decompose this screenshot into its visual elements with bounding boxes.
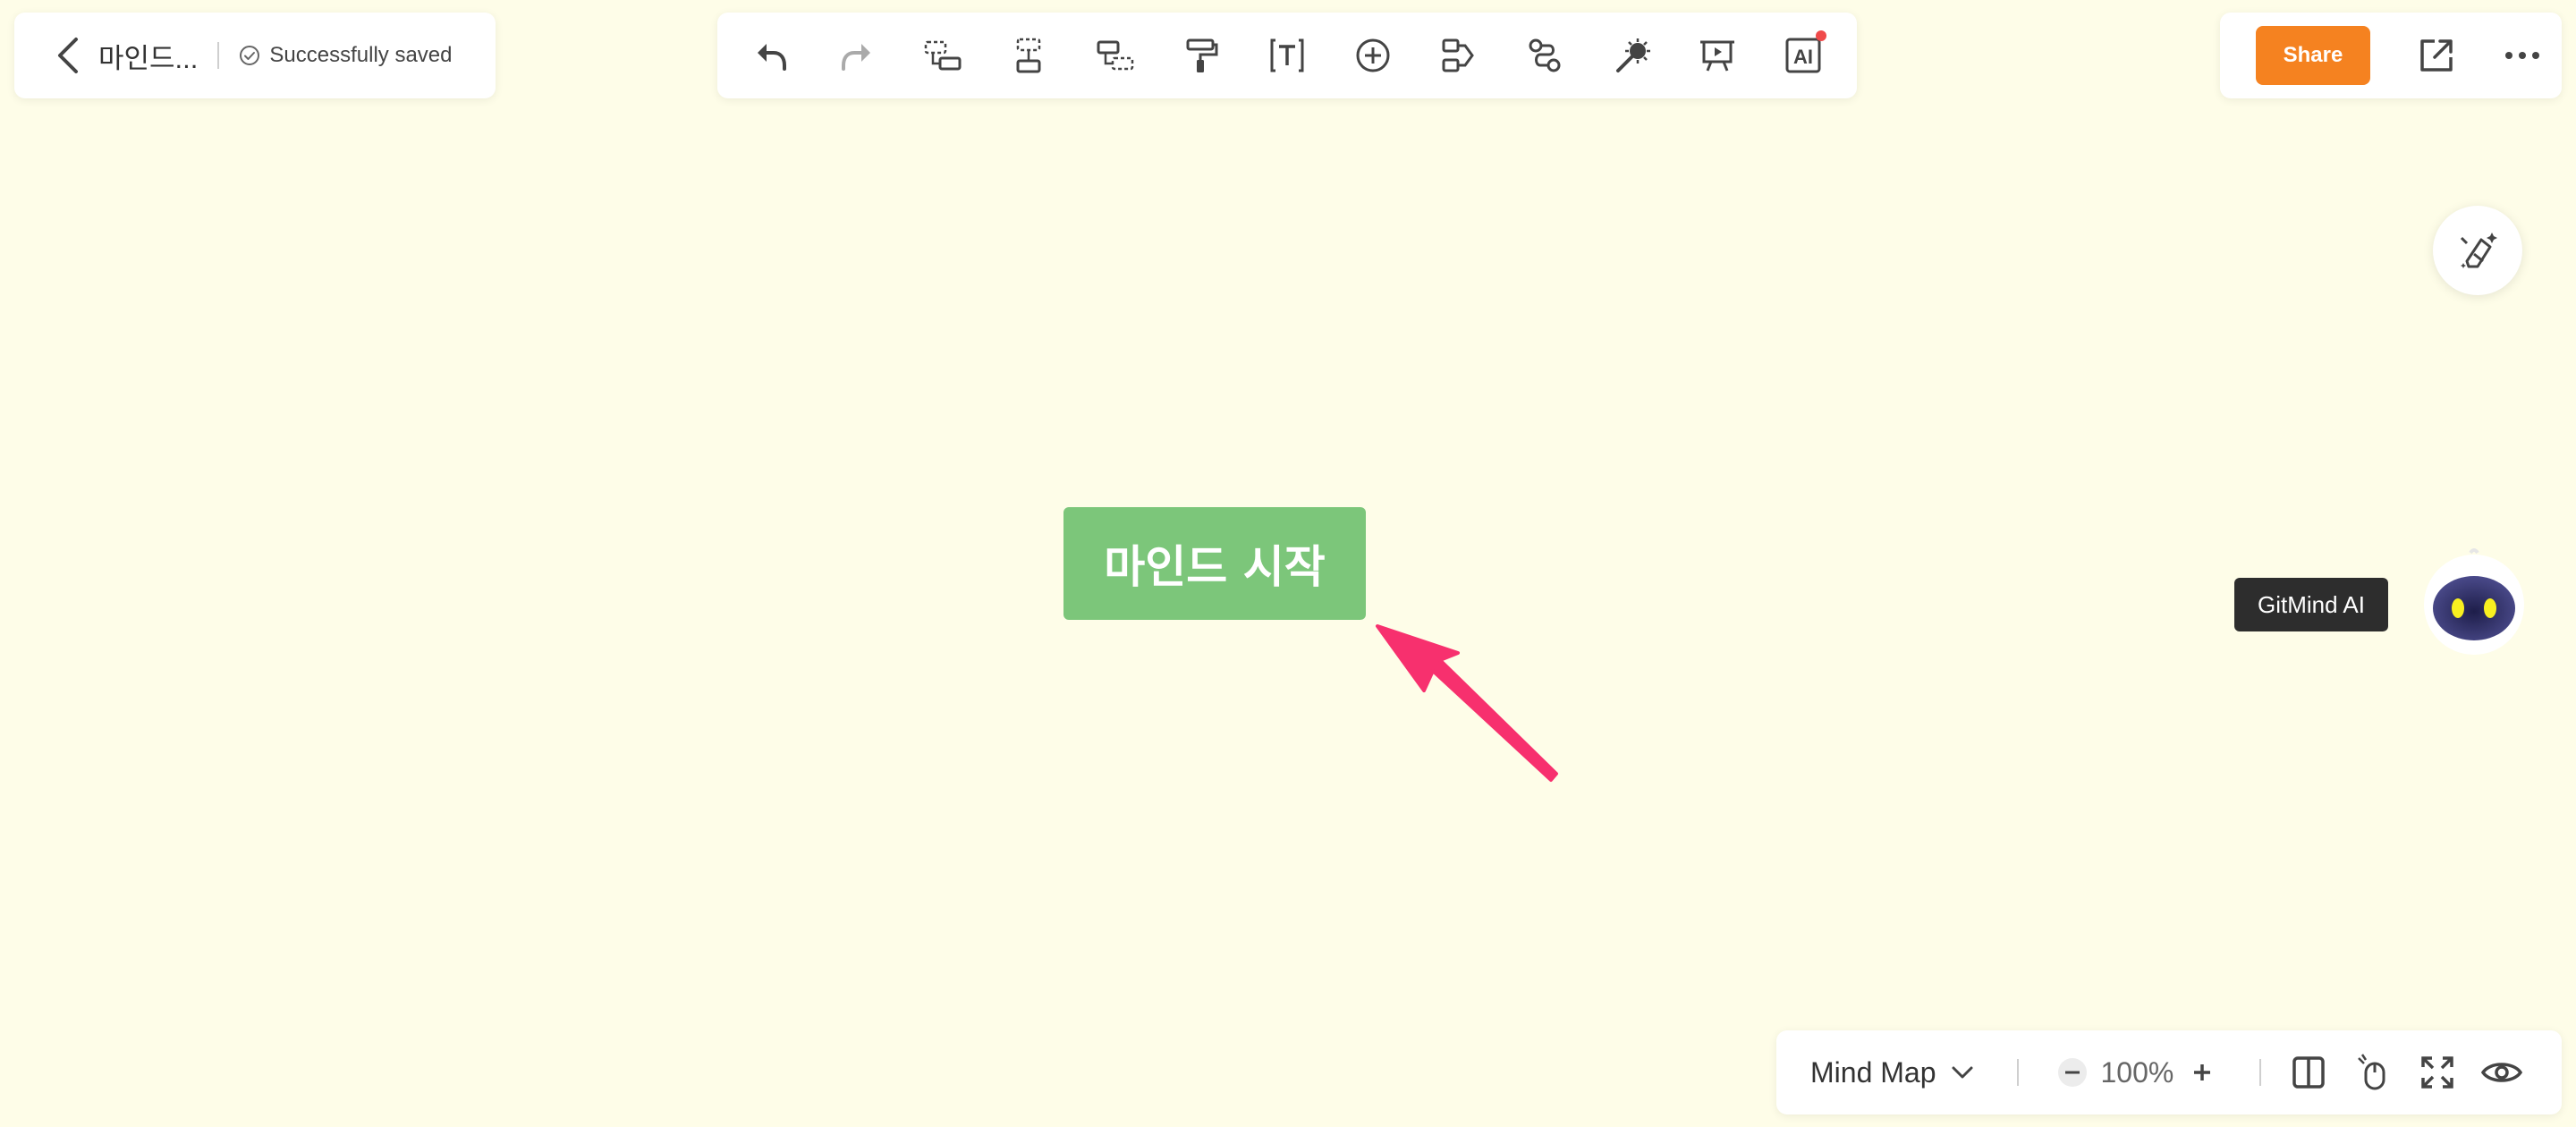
mouse-icon	[2358, 1054, 2385, 1090]
save-status-text: Successfully saved	[269, 43, 453, 67]
sibling-topic-icon	[1016, 38, 1041, 73]
split-view-button[interactable]	[2286, 1050, 2331, 1095]
main-toolbar: AI	[717, 13, 1857, 98]
undo-icon	[758, 44, 786, 71]
title-divider	[217, 42, 220, 69]
external-link-icon	[2420, 39, 2453, 72]
zoom-out-button[interactable]	[2055, 1055, 2090, 1090]
add-parent-button[interactable]	[1089, 29, 1142, 82]
layout-icon	[1442, 38, 1475, 72]
minus-circle-icon	[2057, 1058, 2087, 1087]
robot-icon	[2424, 548, 2524, 655]
divider	[2016, 1059, 2019, 1086]
ai-icon: AI	[1785, 38, 1821, 73]
chevron-down-icon	[1952, 1066, 1972, 1079]
ai-button[interactable]: AI	[1776, 29, 1830, 82]
share-button[interactable]: Share	[2256, 26, 2370, 85]
export-button[interactable]	[2411, 30, 2462, 80]
relationship-icon	[1529, 38, 1561, 72]
view-mode-dropdown[interactable]: Mind Map	[1810, 1056, 1974, 1089]
split-panel-icon	[2292, 1056, 2326, 1089]
root-topic-node[interactable]: 마인드 시작	[1063, 507, 1366, 620]
zoom-in-button[interactable]	[2184, 1055, 2220, 1090]
redo-button[interactable]	[830, 29, 884, 82]
fullscreen-icon	[2421, 1056, 2454, 1089]
share-panel: Share	[2220, 13, 2562, 98]
layout-button[interactable]	[1432, 29, 1486, 82]
ai-assistant-button[interactable]	[2419, 546, 2529, 657]
bottom-control-bar: Mind Map 100%	[1776, 1030, 2562, 1114]
preview-button[interactable]	[2479, 1050, 2524, 1095]
presentation-icon	[1699, 40, 1734, 72]
more-horizontal-icon	[2505, 52, 2539, 59]
magic-wand-icon	[1615, 38, 1650, 72]
text-icon	[1270, 38, 1304, 72]
plus-circle-icon	[1356, 38, 1390, 72]
zoom-level: 100%	[2100, 1055, 2174, 1089]
check-circle-icon	[240, 46, 260, 65]
style-button[interactable]	[1605, 29, 1658, 82]
document-title[interactable]: 마인드...	[98, 36, 198, 76]
insert-button[interactable]	[1346, 29, 1400, 82]
eraser-sparkle-icon	[2460, 233, 2497, 268]
mouse-mode-button[interactable]	[2351, 1050, 2395, 1095]
notification-dot	[1815, 30, 1826, 41]
title-panel: 마인드... Successfully saved	[14, 13, 496, 98]
ai-label: AI	[1793, 46, 1813, 68]
redo-icon	[842, 44, 871, 71]
chevron-left-icon	[58, 38, 78, 73]
clean-style-button[interactable]	[2433, 206, 2522, 295]
divider	[2259, 1059, 2262, 1086]
subtopic-icon	[925, 40, 962, 71]
back-button[interactable]	[48, 29, 88, 82]
more-button[interactable]	[2497, 30, 2547, 80]
view-mode-label: Mind Map	[1810, 1055, 1936, 1089]
presentation-button[interactable]	[1690, 29, 1744, 82]
annotation-arrow	[1376, 624, 1558, 782]
plus-icon	[2194, 1064, 2211, 1080]
undo-button[interactable]	[744, 29, 798, 82]
parent-topic-icon	[1097, 40, 1133, 71]
eye-icon	[2481, 1063, 2523, 1082]
format-painter-icon	[1186, 38, 1218, 72]
fullscreen-button[interactable]	[2415, 1050, 2460, 1095]
format-painter-button[interactable]	[1174, 29, 1228, 82]
ai-tooltip: GitMind AI	[2234, 578, 2388, 631]
add-subtopic-button[interactable]	[916, 29, 970, 82]
text-button[interactable]	[1260, 29, 1314, 82]
add-sibling-button[interactable]	[1002, 29, 1055, 82]
relationship-button[interactable]	[1518, 29, 1572, 82]
save-status: Successfully saved	[239, 43, 453, 68]
